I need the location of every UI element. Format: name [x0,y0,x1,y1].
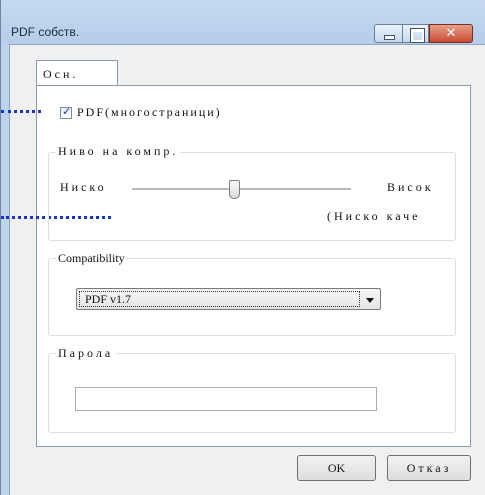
window-title: PDF собств. [11,25,80,39]
compression-high-label: Висок [387,180,434,194]
callout-pointer-checkbox [1,110,41,113]
pdf-properties-window: PDF собств. ✕ Осн. PDF(многостраници) Ни… [0,0,485,495]
close-icon: ✕ [445,26,457,41]
maximize-icon [403,25,428,43]
cancel-button[interactable]: Отказ [387,455,471,481]
maximize-button[interactable] [402,24,429,43]
compatibility-select[interactable]: PDF v1.7 [76,288,381,310]
multipage-checkbox[interactable] [60,105,72,119]
password-input[interactable] [75,387,377,411]
compression-group [48,152,456,241]
compression-quality-note: (Ниско каче [327,209,421,223]
multipage-checkbox-label: PDF(многостраници) [77,105,222,119]
ok-button[interactable]: OK [297,455,376,481]
chevron-down-icon [366,298,374,303]
tab-basic-label: Осн. [43,67,79,81]
compression-slider-track[interactable] [132,188,351,191]
title-bar: PDF собств. ✕ [1,0,485,44]
minimize-icon [375,25,402,42]
compression-low-label: Ниско [60,180,107,194]
compression-slider-thumb[interactable] [229,180,240,199]
close-button[interactable]: ✕ [429,24,473,43]
compression-group-title: Ниво на компр. [56,144,181,159]
compatibility-group-title: Compatibility [56,251,127,266]
tab-basic[interactable]: Осн. [36,60,118,86]
password-group-title: Парола [56,346,116,361]
compatibility-selected-value: PDF v1.7 [85,292,132,306]
minimize-button[interactable] [374,24,402,43]
